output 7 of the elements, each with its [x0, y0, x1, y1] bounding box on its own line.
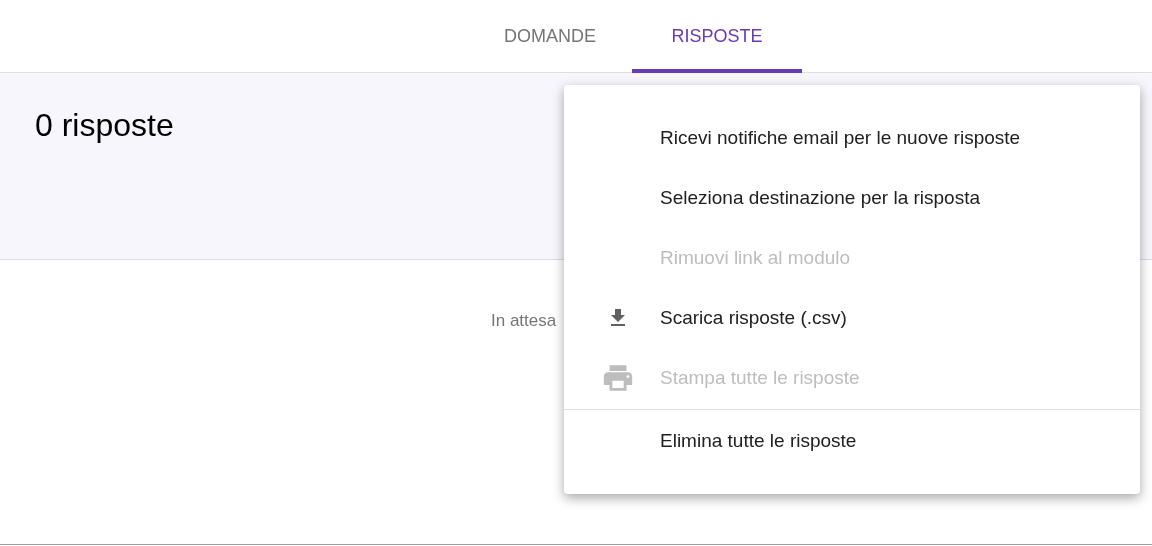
- status-text: In attesa: [491, 310, 557, 332]
- menu-item[interactable]: Elimina tutte le risposte: [660, 426, 857, 456]
- tab[interactable]: DOMANDE: [468, 0, 632, 73]
- menu-item[interactable]: Scarica risposte (.csv): [660, 303, 847, 333]
- response-count: 0 risposte: [35, 106, 174, 145]
- menu-item[interactable]: Seleziona destinazione per la risposta: [660, 183, 981, 213]
- menu-item[interactable]: Ricevi notifiche email per le nuove risposte: [660, 123, 1021, 153]
